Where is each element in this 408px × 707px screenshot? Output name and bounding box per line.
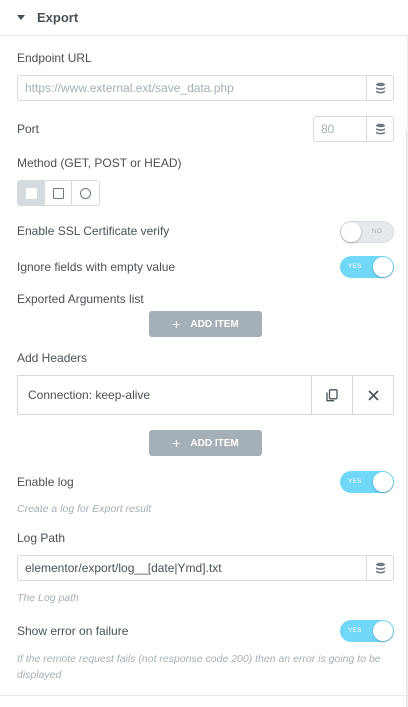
section-header-export[interactable]: Export bbox=[0, 0, 408, 36]
plus-icon: + bbox=[172, 435, 181, 451]
ignore-empty-switch[interactable]: YES bbox=[340, 256, 394, 278]
switch-state-text: YES bbox=[348, 263, 362, 270]
method-label: Method (GET, POST or HEAD) bbox=[17, 156, 182, 170]
endpoint-url-control bbox=[17, 75, 394, 101]
section-divider bbox=[0, 695, 408, 696]
header-item-title: Connection: keep-alive bbox=[28, 388, 151, 402]
show-error-switch[interactable]: YES bbox=[340, 620, 394, 642]
caret-down-icon bbox=[17, 15, 25, 20]
show-error-label: Show error on failure bbox=[17, 624, 129, 638]
square-filled-icon bbox=[25, 187, 37, 199]
switch-knob bbox=[373, 257, 393, 277]
copy-icon[interactable] bbox=[311, 376, 352, 414]
add-header-button[interactable]: + ADD ITEM bbox=[149, 430, 262, 456]
method-choices bbox=[17, 180, 100, 206]
switch-knob bbox=[373, 621, 393, 641]
enable-log-description: Create a log for Export result bbox=[17, 503, 152, 515]
scrollbar[interactable] bbox=[406, 130, 407, 707]
add-header-label: ADD ITEM bbox=[190, 437, 239, 449]
plus-icon: + bbox=[172, 316, 181, 332]
method-choice-get[interactable] bbox=[18, 181, 45, 205]
database-icon[interactable] bbox=[366, 117, 393, 141]
log-path-description: The Log path bbox=[17, 592, 79, 604]
enable-log-switch[interactable]: YES bbox=[340, 471, 394, 493]
show-error-description: If the remote request fails (not respons… bbox=[17, 653, 381, 681]
ssl-verify-switch[interactable]: NO bbox=[340, 221, 394, 243]
header-item-row[interactable]: Connection: keep-alive bbox=[17, 375, 394, 415]
method-choice-head[interactable] bbox=[72, 181, 99, 205]
switch-state-text: YES bbox=[348, 627, 362, 634]
enable-log-label: Enable log bbox=[17, 475, 74, 489]
add-argument-label: ADD ITEM bbox=[190, 318, 239, 330]
switch-knob bbox=[373, 472, 393, 492]
log-path-label: Log Path bbox=[17, 531, 66, 545]
square-icon bbox=[52, 187, 64, 199]
ssl-verify-label: Enable SSL Certificate verify bbox=[17, 224, 170, 238]
method-choice-post[interactable] bbox=[45, 181, 72, 205]
section-title: Export bbox=[37, 10, 79, 25]
port-label: Port bbox=[17, 122, 40, 136]
exported-arguments-label: Exported Arguments list bbox=[17, 292, 144, 306]
switch-state-text: NO bbox=[371, 228, 382, 235]
log-path-control bbox=[17, 555, 394, 581]
add-headers-label: Add Headers bbox=[17, 351, 88, 365]
database-icon[interactable] bbox=[366, 76, 393, 100]
close-icon[interactable] bbox=[352, 376, 393, 414]
switch-knob bbox=[341, 222, 361, 242]
port-control bbox=[313, 116, 394, 142]
switch-state-text: YES bbox=[348, 478, 362, 485]
add-argument-button[interactable]: + ADD ITEM bbox=[149, 311, 262, 337]
circle-icon bbox=[80, 187, 91, 199]
database-icon[interactable] bbox=[366, 556, 393, 580]
ignore-empty-label: Ignore fields with empty value bbox=[17, 260, 176, 274]
endpoint-url-label: Endpoint URL bbox=[17, 51, 92, 65]
log-path-input[interactable] bbox=[18, 556, 366, 580]
endpoint-url-input[interactable] bbox=[18, 76, 366, 100]
port-input[interactable] bbox=[314, 117, 366, 141]
